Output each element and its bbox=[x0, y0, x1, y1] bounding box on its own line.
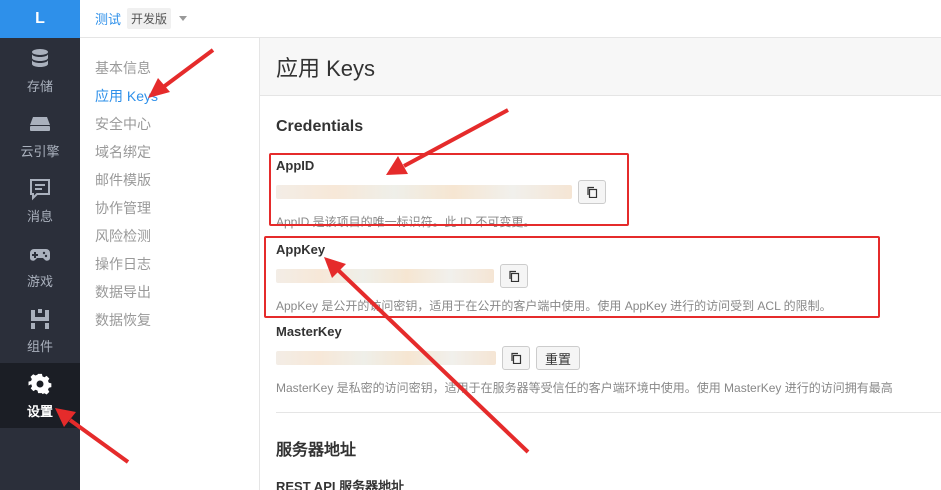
sidebar-item-engine[interactable]: 云引擎 bbox=[0, 103, 80, 168]
masterkey-value-masked[interactable] bbox=[276, 351, 496, 365]
server-icon bbox=[30, 116, 50, 131]
sidebar-label: 组件 bbox=[26, 338, 53, 354]
copy-icon bbox=[511, 352, 522, 364]
gamepad-icon bbox=[30, 248, 50, 261]
appkey-field: AppKey AppKey 是公开的访问密钥，适用于在公开的客户端中使用。使用 … bbox=[276, 242, 832, 314]
submenu-item-risk-detection[interactable]: 风险检测 bbox=[80, 222, 259, 250]
sidebar-item-components[interactable]: 组件 bbox=[0, 298, 80, 363]
copy-icon bbox=[509, 270, 520, 282]
server-address-heading: 服务器地址 bbox=[276, 442, 357, 459]
component-icon bbox=[31, 308, 49, 329]
chevron-down-icon[interactable] bbox=[179, 16, 188, 21]
rest-api-address-label: REST API 服务器地址 bbox=[276, 479, 405, 490]
env-badge: 开发版 bbox=[127, 8, 172, 29]
page-title: 应用 Keys bbox=[276, 55, 376, 81]
reset-masterkey-button[interactable]: 重置 bbox=[536, 346, 580, 370]
appid-value-masked[interactable] bbox=[276, 185, 572, 199]
icon-sidebar: L 存储 云引擎 消息 游戏 组件 设置 bbox=[0, 0, 80, 490]
app-logo[interactable]: L bbox=[0, 0, 80, 38]
submenu-item-collaboration[interactable]: 协作管理 bbox=[80, 194, 259, 222]
appid-description: AppID 是该项目的唯一标识符。此 ID 不可变更。 bbox=[276, 215, 536, 229]
sidebar-item-settings[interactable]: 设置 bbox=[0, 363, 80, 428]
masterkey-label: MasterKey bbox=[276, 324, 342, 339]
credentials-heading: Credentials bbox=[276, 118, 364, 135]
top-bar: 测试 开发版 bbox=[80, 0, 941, 38]
submenu-item-email-templates[interactable]: 邮件模版 bbox=[80, 166, 259, 194]
main-content: 应用 Keys Credentials AppID AppID 是该项目的唯一标… bbox=[260, 38, 941, 490]
sidebar-label: 云引擎 bbox=[20, 143, 60, 159]
copy-masterkey-button[interactable] bbox=[502, 346, 530, 370]
copy-icon bbox=[587, 186, 598, 198]
appid-label: AppID bbox=[276, 158, 315, 173]
submenu-item-basic-info[interactable]: 基本信息 bbox=[80, 54, 259, 82]
sidebar-item-message[interactable]: 消息 bbox=[0, 168, 80, 233]
submenu-item-data-export[interactable]: 数据导出 bbox=[80, 278, 259, 306]
sidebar-label: 设置 bbox=[26, 403, 53, 419]
sidebar-item-storage[interactable]: 存储 bbox=[0, 38, 80, 103]
submenu-item-app-keys[interactable]: 应用 Keys bbox=[80, 82, 259, 110]
sidebar-label: 游戏 bbox=[26, 273, 53, 289]
submenu-item-operation-log[interactable]: 操作日志 bbox=[80, 250, 259, 278]
submenu-item-data-restore[interactable]: 数据恢复 bbox=[80, 306, 259, 334]
masterkey-description: MasterKey 是私密的访问密钥，适用于在服务器等受信任的客户端环境中使用。… bbox=[276, 381, 893, 395]
page-header: 应用 Keys bbox=[260, 38, 941, 96]
database-icon bbox=[32, 48, 48, 67]
submenu-item-security[interactable]: 安全中心 bbox=[80, 110, 259, 138]
sidebar-label: 消息 bbox=[26, 208, 53, 224]
section-divider bbox=[276, 412, 941, 413]
app-name-link[interactable]: 测试 bbox=[95, 9, 121, 28]
sidebar-item-game[interactable]: 游戏 bbox=[0, 233, 80, 298]
app-root: L 存储 云引擎 消息 游戏 组件 设置 测试 开发版 基本信息 应用 Keys… bbox=[0, 0, 941, 490]
appkey-label: AppKey bbox=[276, 242, 326, 257]
appkey-description: AppKey 是公开的访问密钥，适用于在公开的客户端中使用。使用 AppKey … bbox=[276, 299, 832, 313]
copy-appkey-button[interactable] bbox=[500, 264, 528, 288]
submenu-item-domain[interactable]: 域名绑定 bbox=[80, 138, 259, 166]
gear-icon bbox=[28, 373, 52, 395]
sidebar-label: 存储 bbox=[26, 78, 53, 94]
appid-field: AppID AppID 是该项目的唯一标识符。此 ID 不可变更。 bbox=[276, 158, 606, 230]
message-icon bbox=[30, 178, 50, 200]
copy-appid-button[interactable] bbox=[578, 180, 606, 204]
settings-submenu: 基本信息 应用 Keys 安全中心 域名绑定 邮件模版 协作管理 风险检测 操作… bbox=[80, 38, 260, 490]
appkey-value-masked[interactable] bbox=[276, 269, 494, 283]
masterkey-field: MasterKey 重置 MasterKey 是私密的访问密钥，适用于在服务器等… bbox=[276, 324, 893, 396]
